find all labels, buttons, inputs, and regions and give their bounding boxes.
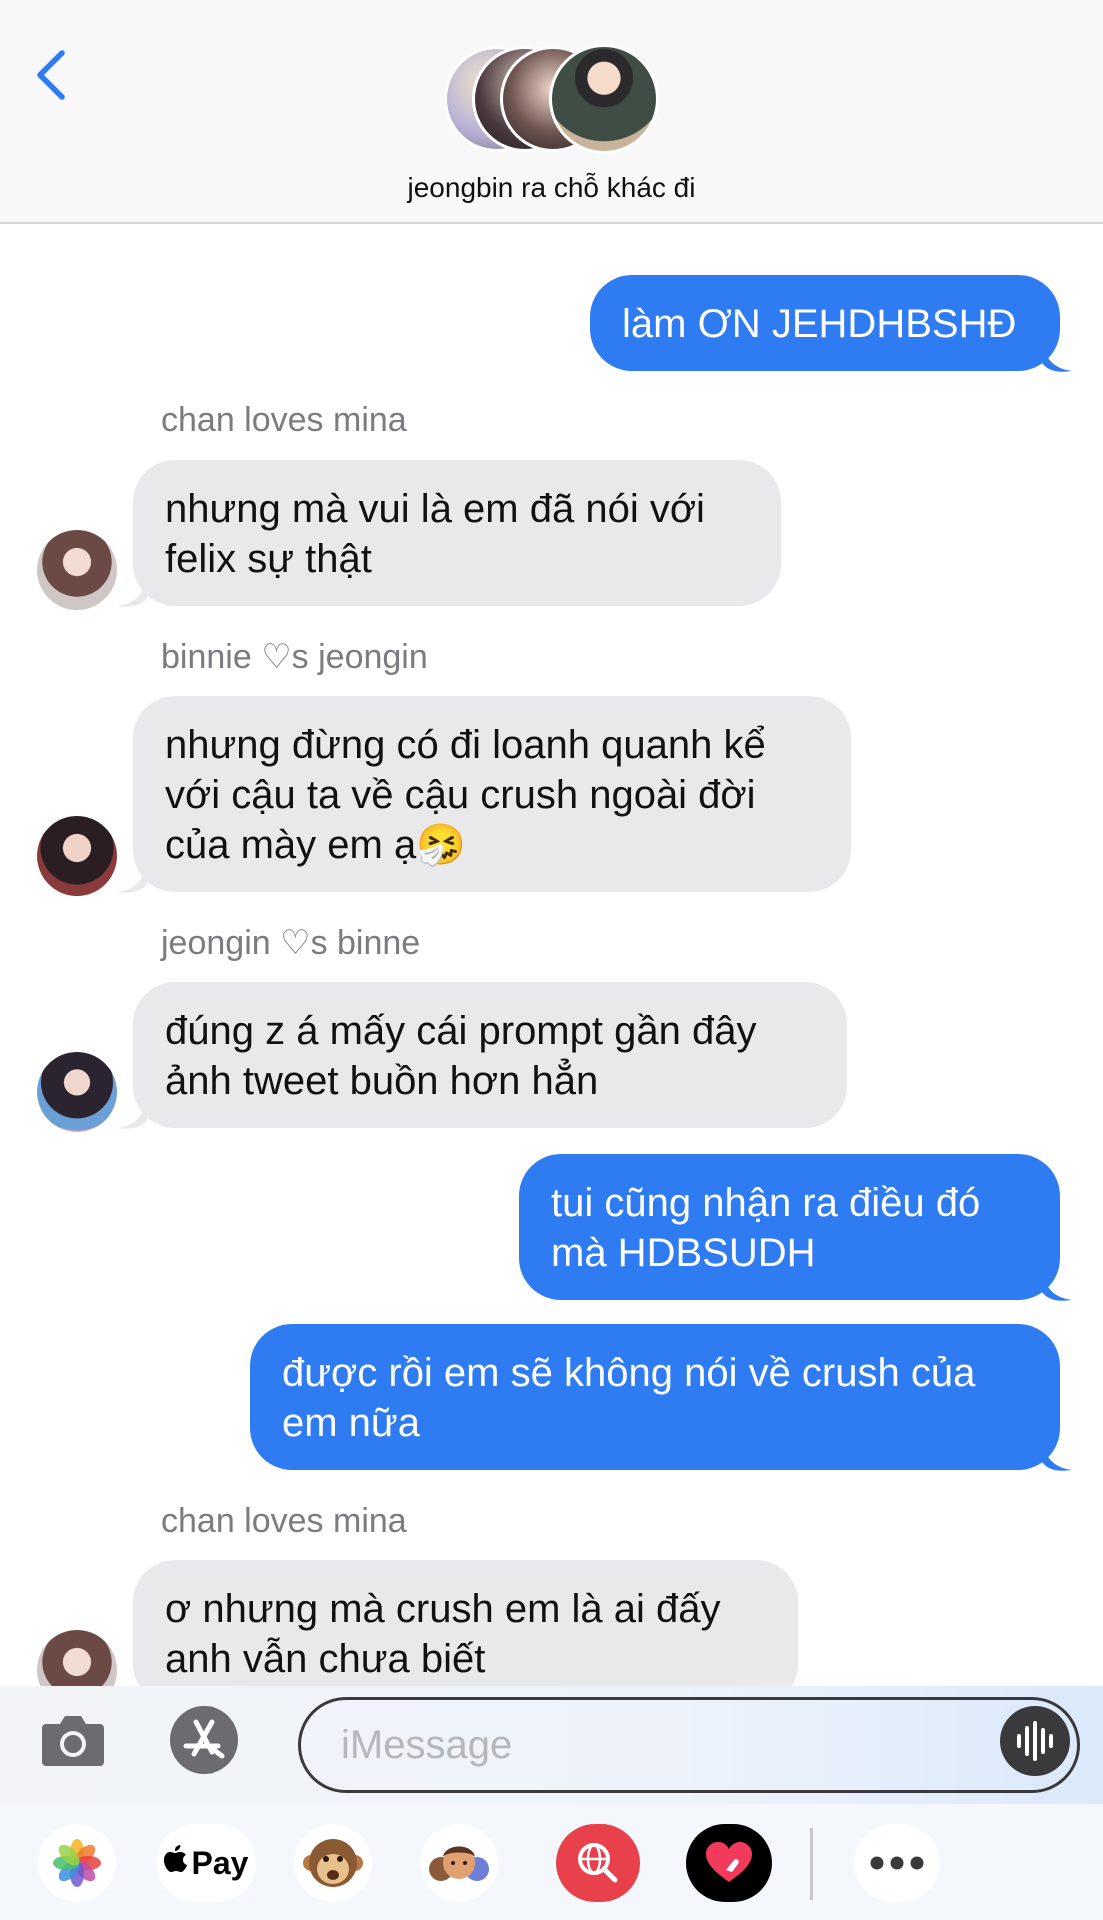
group-avatar-stack[interactable] [444, 44, 660, 156]
digital-touch-button[interactable] [686, 1824, 772, 1902]
sender-name: chan loves mina [161, 401, 407, 439]
conversation-header: jeongbin ra chỗ khác đi [0, 0, 1103, 224]
sender-avatar[interactable] [37, 816, 117, 896]
sender-name: chan loves mina [161, 1502, 407, 1540]
camera-icon [42, 1716, 104, 1766]
memoji-stickers-icon [429, 1846, 489, 1881]
message-text: anh vẫn chưa biết [165, 1637, 486, 1681]
message-text: với cậu ta về cậu crush ngoài đời [165, 773, 756, 817]
bubble-tail [1042, 1272, 1072, 1301]
message-composer [0, 1686, 1103, 1804]
drawer-divider [810, 1828, 813, 1900]
more-apps-button[interactable] [854, 1824, 940, 1902]
message-text: felix sự thật [165, 537, 372, 581]
message-text: em nữa [282, 1401, 420, 1445]
message-text: nhưng mà vui là em đã nói với [165, 487, 705, 531]
apple-pay-icon [163, 1845, 188, 1881]
animoji-button[interactable] [294, 1824, 372, 1902]
photos-app-button[interactable] [38, 1824, 116, 1902]
message-text: tui cũng nhận ra điều đó [551, 1181, 981, 1225]
digital-touch-heart-icon [706, 1842, 752, 1882]
message-text: làm ƠN JEHDHBSHĐ [622, 302, 1017, 346]
incoming-message-bubble[interactable]: ơ nhưng mà crush em là ai đấy anh vẫn ch… [133, 1560, 798, 1686]
app-store-button[interactable] [166, 1704, 252, 1776]
outgoing-message-bubble[interactable]: làm ƠN JEHDHBSHĐ [590, 275, 1060, 371]
back-button[interactable] [28, 45, 78, 105]
apple-pay-button[interactable]: Pay [156, 1824, 256, 1902]
camera-button[interactable] [40, 1712, 106, 1768]
message-text: nhưng đừng có đi loanh quanh kể [165, 723, 766, 767]
chevron-left-icon [37, 50, 65, 100]
bubble-tail [1042, 343, 1072, 372]
sender-avatar[interactable] [37, 530, 117, 610]
audio-waveform-icon [1017, 1721, 1053, 1761]
message-list[interactable]: làm ƠN JEHDHBSHĐ chan loves mina nhưng m… [0, 224, 1103, 1686]
message-text: ảnh tweet buồn hơn hẳn [165, 1059, 599, 1103]
sender-name: binnie ♡s jeongin [161, 638, 428, 676]
message-text: ơ nhưng mà crush em là ai đấy [165, 1587, 721, 1631]
app-store-icon [170, 1706, 238, 1774]
web-image-search-button[interactable] [556, 1824, 640, 1902]
outgoing-message-bubble[interactable]: tui cũng nhận ra điều đó mà HDBSUDH [519, 1154, 1060, 1300]
apple-pay-label: Pay [191, 1844, 249, 1881]
incoming-message-bubble[interactable]: nhưng đừng có đi loanh quanh kể với cậu … [133, 696, 851, 892]
sender-name: jeongin ♡s binne [161, 924, 421, 962]
web-image-search-icon [578, 1843, 618, 1883]
bubble-tail [117, 864, 147, 893]
group-name[interactable]: jeongbin ra chỗ khác đi [0, 172, 1103, 204]
app-drawer: Pay [0, 1804, 1103, 1920]
group-member-avatar [549, 44, 659, 154]
voice-message-button[interactable] [1000, 1706, 1070, 1776]
message-text: đúng z á mấy cái prompt gần đây [165, 1009, 757, 1053]
photos-icon [53, 1839, 101, 1887]
incoming-message-bubble[interactable]: nhưng mà vui là em đã nói với felix sự t… [133, 460, 781, 606]
bubble-tail [117, 1100, 147, 1129]
message-text: được rồi em sẽ không nói về crush của [282, 1351, 976, 1395]
sender-avatar[interactable] [37, 1630, 117, 1686]
more-icon [870, 1856, 924, 1870]
message-text: mà HDBSUDH [551, 1231, 816, 1275]
sender-avatar[interactable] [37, 1052, 117, 1132]
monkey-memoji-icon [303, 1839, 363, 1887]
incoming-message-bubble[interactable]: đúng z á mấy cái prompt gần đây ảnh twee… [133, 982, 847, 1128]
imessage-input[interactable] [298, 1697, 1080, 1793]
bubble-tail [117, 578, 147, 607]
memoji-stickers-button[interactable] [420, 1824, 498, 1902]
bubble-tail [1042, 1442, 1072, 1471]
message-text: của mày em ạ🤧 [165, 823, 467, 867]
outgoing-message-bubble[interactable]: được rồi em sẽ không nói về crush của em… [250, 1324, 1060, 1470]
